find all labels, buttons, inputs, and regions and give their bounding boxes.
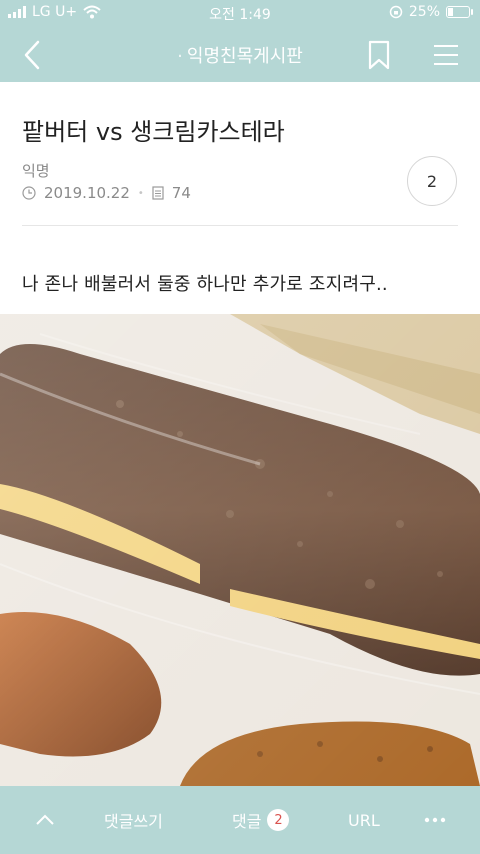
post-date: 2019.10.22: [44, 184, 130, 202]
bookmark-button[interactable]: [364, 38, 394, 72]
nav-bar: · 익명친목게시판: [0, 26, 480, 82]
more-dots-icon: [424, 817, 446, 823]
status-right: 25%: [389, 4, 473, 20]
bread-photo: [0, 314, 480, 786]
comments-count-badge: 2: [267, 809, 290, 831]
divider: [22, 225, 458, 226]
page-title-text: 익명친목게시판: [186, 46, 303, 67]
write-comment-label: 댓글쓰기: [104, 812, 163, 831]
post-content: 팥버터 vs 생크림카스테라 익명 2019.10.22 • 74 2 나 존나…: [0, 82, 480, 786]
hamburger-menu-icon: [434, 45, 458, 65]
orientation-lock-icon: [389, 5, 403, 19]
url-label: URL: [348, 810, 380, 830]
battery-percent: 25%: [408, 4, 440, 20]
post-photo[interactable]: [0, 314, 480, 786]
post-title: 팥버터 vs 생크림카스테라: [22, 118, 285, 146]
chevron-up-icon: [36, 814, 54, 825]
bottom-bar: 댓글쓰기 댓글 2 URL: [0, 786, 480, 854]
comments-button[interactable]: 댓글 2: [232, 808, 290, 832]
post-author: 익명: [22, 162, 50, 180]
more-button[interactable]: [424, 808, 446, 832]
comment-count: 2: [426, 171, 438, 191]
top-bar: LG U+ 오전 1:49 25% · 익명친목게시판: [0, 0, 480, 82]
document-icon: [152, 186, 164, 200]
comments-label: 댓글: [232, 812, 262, 831]
post-views: 74: [171, 184, 191, 202]
status-bar: LG U+ 오전 1:49 25%: [0, 0, 480, 26]
battery-icon: [446, 6, 473, 18]
url-button[interactable]: URL: [348, 808, 380, 832]
meta-separator: •: [137, 187, 144, 199]
page-title: · 익명친목게시판: [0, 42, 480, 68]
comment-count-button[interactable]: 2: [407, 156, 457, 206]
scroll-top-button[interactable]: [34, 808, 56, 832]
write-comment-button[interactable]: 댓글쓰기: [104, 808, 163, 832]
title-dot: ·: [177, 46, 183, 67]
post-meta: 2019.10.22 • 74: [22, 184, 191, 202]
post-body: 나 존나 배불러서 둘중 하나만 추가로 조지려구..: [22, 274, 388, 295]
menu-button[interactable]: [430, 40, 462, 70]
clock-icon: [22, 186, 36, 200]
bookmark-icon: [368, 40, 390, 70]
battery-fill: [448, 8, 453, 16]
